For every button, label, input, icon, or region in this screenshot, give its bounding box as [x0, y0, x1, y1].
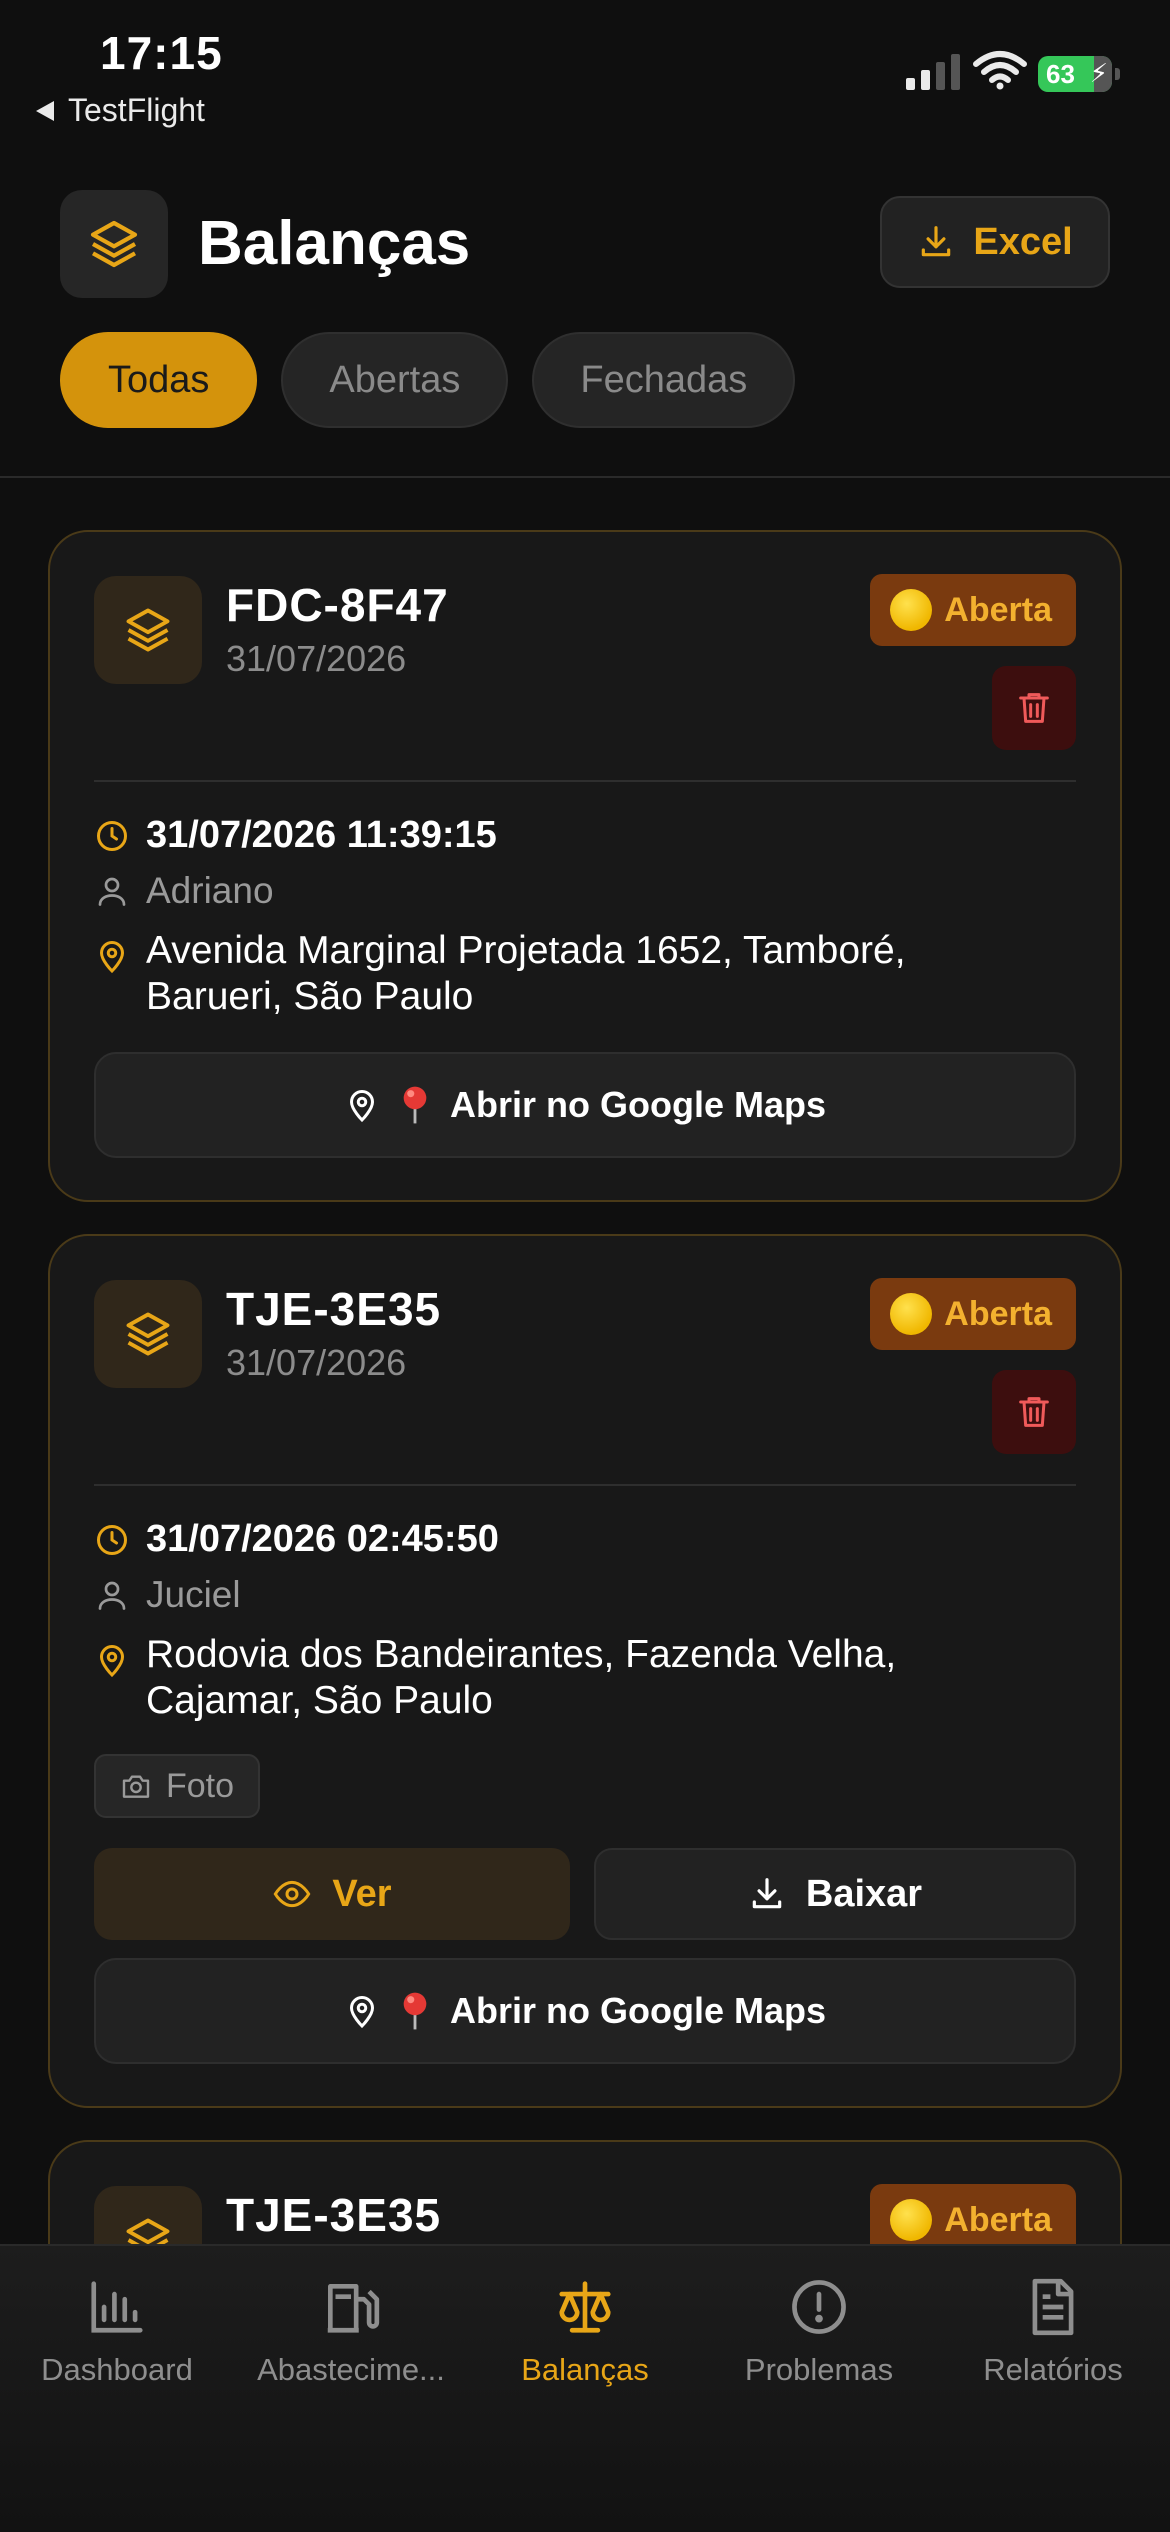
eye-icon [274, 1880, 311, 1908]
status-badge: Aberta [870, 574, 1076, 646]
clock-icon [97, 1524, 127, 1555]
battery-icon: 63 ⚡ [1038, 56, 1120, 92]
status-time: 17:15 [100, 27, 223, 79]
filter-abertas[interactable]: Abertas [281, 332, 509, 428]
address: Rodovia dos Bandeirantes, Fazenda Velha,… [146, 1632, 896, 1724]
tab-label: Balanças [521, 2352, 649, 2387]
bar-chart-icon [91, 2281, 143, 2333]
user-icon [98, 1581, 126, 1610]
location-pin-icon [99, 941, 125, 974]
user-row: Adriano [94, 870, 274, 912]
trash-icon [1019, 693, 1049, 723]
document-icon [1032, 2278, 1074, 2336]
open-google-maps-button[interactable]: Abrir no Google Maps [94, 1052, 1076, 1158]
excel-label: Excel [973, 220, 1073, 263]
address-row: Avenida Marginal Projetada 1652, Tamboré… [94, 928, 1054, 1020]
status-badge: Aberta [870, 1278, 1076, 1350]
location-pin-icon [99, 1645, 125, 1678]
scale-icon [559, 2281, 611, 2333]
address-line-2: Barueri, São Paulo [146, 975, 474, 1018]
trash-icon [1019, 1397, 1049, 1427]
timestamp: 31/07/2026 11:39:15 [146, 814, 497, 856]
view-photo-button[interactable]: Ver [94, 1848, 570, 1940]
tab-relatorios[interactable]: Relatórios [936, 2276, 1170, 2388]
status-label: Aberta [944, 2200, 1052, 2239]
layers-icon [94, 576, 202, 684]
status-bar: 17:15 TestFlight 63 ⚡ [0, 0, 1170, 140]
page-header: Balanças Excel Todas Abertas Fechadas [0, 140, 1170, 478]
tab-problemas[interactable]: Problemas [702, 2276, 936, 2388]
back-app-label: TestFlight [68, 92, 205, 128]
address: Avenida Marginal Projetada 1652, Tamboré… [146, 928, 906, 1020]
yellow-circle-icon [890, 1293, 933, 1335]
address-line-2: Cajamar, São Paulo [146, 1679, 493, 1722]
tab-label: Relatórios [983, 2352, 1123, 2387]
card-date: 31/07/2026 [226, 1342, 407, 1383]
download-photo-button[interactable]: Baixar [594, 1848, 1076, 1940]
view-label: Ver [332, 1872, 392, 1915]
timestamp-row: 31/07/2026 11:39:15 [94, 814, 497, 857]
battery-level: 63 [1046, 58, 1075, 89]
red-pushpin-icon [403, 1086, 427, 1124]
tab-label: Dashboard [41, 2352, 193, 2387]
delete-button[interactable] [992, 1370, 1076, 1454]
yellow-circle-icon [890, 589, 933, 631]
tab-label: Problemas [744, 2352, 894, 2387]
filter-todas[interactable]: Todas [60, 332, 258, 428]
open-google-maps-button[interactable]: Abrir no Google Maps [94, 1958, 1076, 2064]
delete-button[interactable] [992, 666, 1076, 750]
location-pin-icon [349, 1090, 374, 1123]
filter-tabs: Todas Abertas Fechadas [60, 332, 796, 428]
alert-circle-icon [792, 2280, 846, 2334]
tab-balancas[interactable]: Balanças [468, 2276, 702, 2388]
user-icon [98, 877, 126, 906]
vehicle-plate: FDC-8F47 [226, 579, 449, 631]
camera-icon [122, 1775, 150, 1798]
bottom-tab-bar: Dashboard Abastecime... Balanças Problem… [0, 2244, 1170, 2532]
cellular-signal-icon [906, 54, 960, 90]
status-label: Aberta [944, 590, 1052, 629]
location-pin-icon [349, 1996, 374, 2029]
user-name: Juciel [146, 1574, 241, 1615]
layers-icon [94, 1280, 202, 1388]
back-to-testflight[interactable]: TestFlight [36, 92, 205, 129]
vehicle-plate: TJE-3E35 [226, 2189, 442, 2241]
user-name: Adriano [146, 870, 274, 911]
charging-bolt-icon: ⚡ [1089, 58, 1108, 88]
photo-label: Foto [166, 1766, 235, 1805]
download-label: Baixar [805, 1872, 923, 1915]
clock-icon [97, 820, 127, 851]
filter-fechadas[interactable]: Fechadas [532, 332, 796, 428]
maps-label: Abrir no Google Maps [449, 1990, 826, 2031]
layers-icon [60, 190, 168, 298]
download-icon [922, 226, 951, 257]
timestamp: 31/07/2026 02:45:50 [146, 1518, 499, 1560]
download-icon [752, 1878, 782, 1909]
maps-label: Abrir no Google Maps [449, 1084, 826, 1125]
red-pushpin-icon [403, 1992, 427, 2030]
photo-chip: Foto [94, 1754, 261, 1818]
divider [94, 1484, 1076, 1486]
timestamp-row: 31/07/2026 02:45:50 [94, 1518, 499, 1561]
address-line-1: Avenida Marginal Projetada 1652, Tamboré… [146, 929, 906, 972]
excel-export-button[interactable]: Excel [880, 196, 1110, 288]
address-line-1: Rodovia dos Bandeirantes, Fazenda Velha, [146, 1633, 897, 1676]
status-label: Aberta [944, 1294, 1052, 1333]
vehicle-plate: TJE-3E35 [226, 1283, 442, 1335]
back-arrow-icon [36, 100, 54, 121]
tab-abastecimento[interactable]: Abastecime... [234, 2276, 468, 2388]
tab-label: Abastecime... [257, 2352, 445, 2387]
divider [94, 780, 1076, 782]
address-row: Rodovia dos Bandeirantes, Fazenda Velha,… [94, 1632, 1054, 1724]
balance-card[interactable]: FDC-8F47 31/07/2026 Aberta 31/07/2026 11… [48, 530, 1122, 1202]
card-date: 31/07/2026 [226, 638, 407, 679]
fuel-pump-icon [327, 2284, 380, 2333]
balance-card[interactable]: TJE-3E35 31/07/2026 Aberta 31/07/2026 02… [48, 1234, 1122, 2108]
yellow-circle-icon [890, 2199, 933, 2241]
wifi-icon [973, 51, 1027, 90]
page-title: Balanças [198, 209, 471, 278]
user-row: Juciel [94, 1574, 241, 1616]
tab-dashboard[interactable]: Dashboard [0, 2276, 234, 2388]
